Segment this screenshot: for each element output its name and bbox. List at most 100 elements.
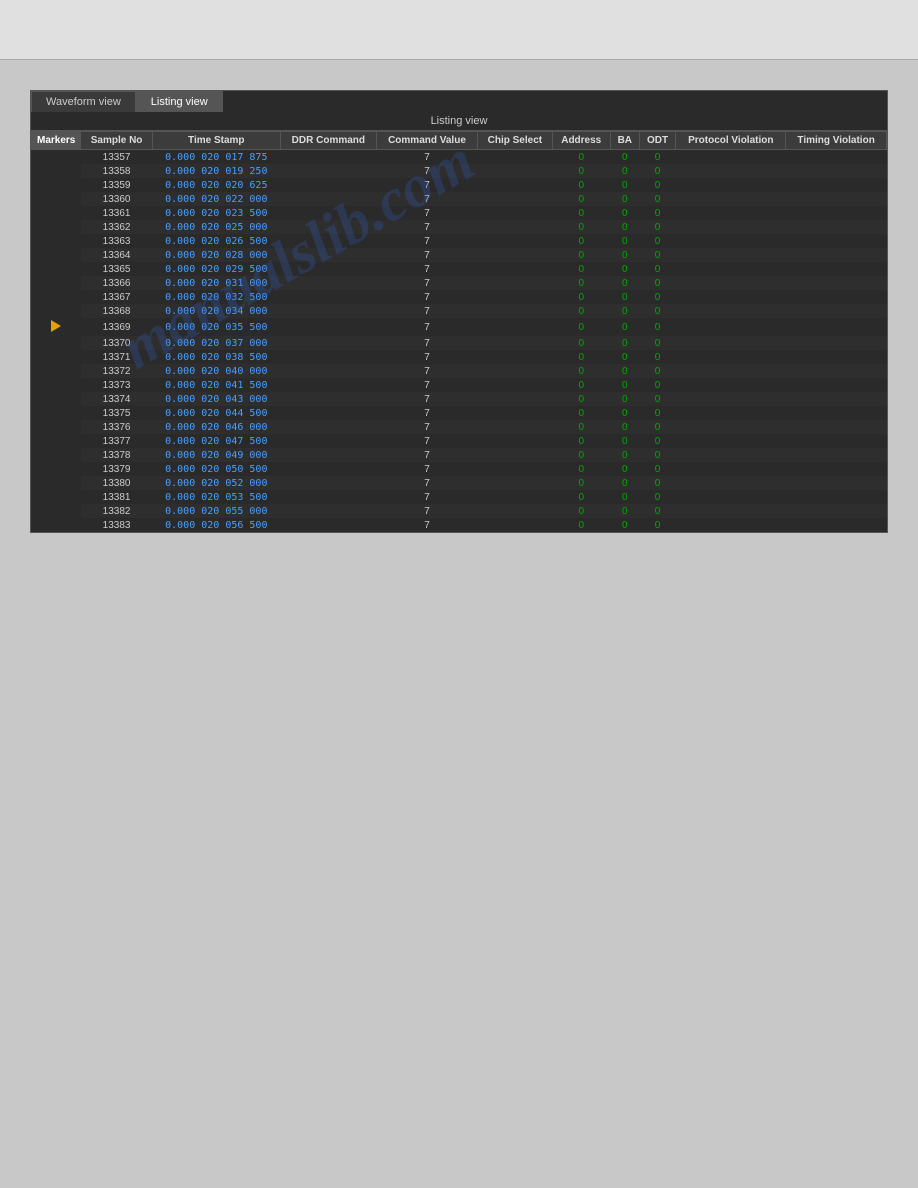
main-content: Waveform view Listing view Listing view … bbox=[0, 60, 918, 553]
address: 0 bbox=[552, 392, 610, 406]
table-row: 133630.000 020 026 5007000 bbox=[32, 234, 887, 248]
odt: 0 bbox=[639, 192, 676, 206]
ddr-command bbox=[280, 476, 376, 490]
marker-cell bbox=[32, 490, 81, 504]
time-stamp: 0.000 020 029 500 bbox=[152, 262, 280, 276]
ba: 0 bbox=[610, 378, 639, 392]
ba: 0 bbox=[610, 178, 639, 192]
sample-no: 13372 bbox=[81, 364, 152, 378]
protocol-violation bbox=[676, 178, 786, 192]
timing-violation bbox=[786, 290, 887, 304]
ba: 0 bbox=[610, 434, 639, 448]
sample-no: 13382 bbox=[81, 504, 152, 518]
odt: 0 bbox=[639, 336, 676, 350]
command-value: 7 bbox=[376, 248, 477, 262]
address: 0 bbox=[552, 406, 610, 420]
odt: 0 bbox=[639, 318, 676, 336]
ddr-command bbox=[280, 392, 376, 406]
timing-violation bbox=[786, 276, 887, 290]
ba: 0 bbox=[610, 420, 639, 434]
protocol-violation bbox=[676, 192, 786, 206]
address: 0 bbox=[552, 276, 610, 290]
time-stamp: 0.000 020 022 000 bbox=[152, 192, 280, 206]
chip-select bbox=[478, 364, 553, 378]
chip-select bbox=[478, 318, 553, 336]
time-stamp: 0.000 020 034 000 bbox=[152, 304, 280, 318]
protocol-violation bbox=[676, 420, 786, 434]
marker-cell bbox=[32, 364, 81, 378]
ddr-command bbox=[280, 150, 376, 165]
command-value: 7 bbox=[376, 304, 477, 318]
timing-violation bbox=[786, 336, 887, 350]
timing-violation bbox=[786, 178, 887, 192]
address: 0 bbox=[552, 234, 610, 248]
command-value: 7 bbox=[376, 336, 477, 350]
marker-cell bbox=[32, 248, 81, 262]
address: 0 bbox=[552, 150, 610, 165]
ba: 0 bbox=[610, 364, 639, 378]
time-stamp: 0.000 020 052 000 bbox=[152, 476, 280, 490]
sample-no: 13380 bbox=[81, 476, 152, 490]
ba: 0 bbox=[610, 248, 639, 262]
ddr-command bbox=[280, 364, 376, 378]
address: 0 bbox=[552, 476, 610, 490]
command-value: 7 bbox=[376, 290, 477, 304]
sample-no: 13375 bbox=[81, 406, 152, 420]
chip-select bbox=[478, 448, 553, 462]
table-row: 133660.000 020 031 0007000 bbox=[32, 276, 887, 290]
protocol-violation bbox=[676, 504, 786, 518]
odt: 0 bbox=[639, 164, 676, 178]
marker-cell bbox=[32, 518, 81, 532]
tab-waveform-view[interactable]: Waveform view bbox=[31, 91, 136, 112]
table-row: 133830.000 020 056 5007000 bbox=[32, 518, 887, 532]
ba: 0 bbox=[610, 350, 639, 364]
col-header-time-stamp: Time Stamp bbox=[152, 132, 280, 150]
address: 0 bbox=[552, 336, 610, 350]
chip-select bbox=[478, 234, 553, 248]
ba: 0 bbox=[610, 150, 639, 165]
protocol-violation bbox=[676, 490, 786, 504]
time-stamp: 0.000 020 046 000 bbox=[152, 420, 280, 434]
sample-no: 13376 bbox=[81, 420, 152, 434]
marker-cell bbox=[32, 262, 81, 276]
data-table: Markers Sample No Time Stamp DDR Command… bbox=[31, 131, 887, 532]
col-header-odt: ODT bbox=[639, 132, 676, 150]
marker-cell bbox=[32, 434, 81, 448]
timing-violation bbox=[786, 448, 887, 462]
col-header-ddr-command: DDR Command bbox=[280, 132, 376, 150]
timing-violation bbox=[786, 234, 887, 248]
ddr-command bbox=[280, 336, 376, 350]
command-value: 7 bbox=[376, 434, 477, 448]
protocol-violation bbox=[676, 350, 786, 364]
listing-view-header: Listing view bbox=[31, 112, 887, 131]
tab-listing-view[interactable]: Listing view bbox=[136, 91, 223, 112]
ddr-command bbox=[280, 490, 376, 504]
table-row: 133680.000 020 034 0007000 bbox=[32, 304, 887, 318]
table-row: 133610.000 020 023 5007000 bbox=[32, 206, 887, 220]
sample-no: 13364 bbox=[81, 248, 152, 262]
ba: 0 bbox=[610, 318, 639, 336]
command-value: 7 bbox=[376, 490, 477, 504]
time-stamp: 0.000 020 037 000 bbox=[152, 336, 280, 350]
sample-no: 13357 bbox=[81, 150, 152, 165]
protocol-violation bbox=[676, 234, 786, 248]
col-header-protocol-violation: Protocol Violation bbox=[676, 132, 786, 150]
ddr-command bbox=[280, 350, 376, 364]
time-stamp: 0.000 020 035 500 bbox=[152, 318, 280, 336]
table-row: 133810.000 020 053 5007000 bbox=[32, 490, 887, 504]
address: 0 bbox=[552, 434, 610, 448]
marker-cell bbox=[32, 206, 81, 220]
odt: 0 bbox=[639, 476, 676, 490]
timing-violation bbox=[786, 262, 887, 276]
chip-select bbox=[478, 476, 553, 490]
sample-no: 13361 bbox=[81, 206, 152, 220]
odt: 0 bbox=[639, 392, 676, 406]
ba: 0 bbox=[610, 304, 639, 318]
table-row: 133670.000 020 032 5007000 bbox=[32, 290, 887, 304]
sample-no: 13373 bbox=[81, 378, 152, 392]
chip-select bbox=[478, 220, 553, 234]
table-row: 133750.000 020 044 5007000 bbox=[32, 406, 887, 420]
chip-select bbox=[478, 392, 553, 406]
marker-cell bbox=[32, 350, 81, 364]
protocol-violation bbox=[676, 406, 786, 420]
